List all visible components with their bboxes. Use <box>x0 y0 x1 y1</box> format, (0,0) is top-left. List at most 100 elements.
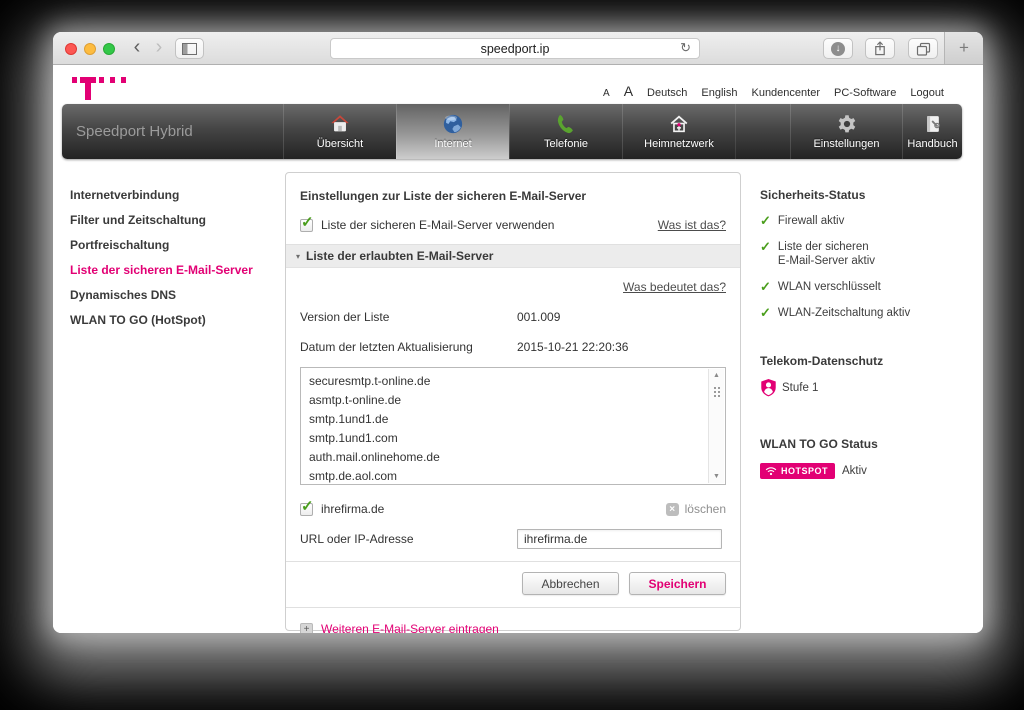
security-status-title: Sicherheits-Status <box>760 188 955 202</box>
url-field-label: URL oder IP-Adresse <box>300 532 517 546</box>
server-list-item: smtp.1und1.com <box>309 429 701 448</box>
wifi-icon <box>765 466 777 476</box>
menu-sichere-email-server[interactable]: Liste der sicheren E-Mail-Server <box>70 263 275 277</box>
check-icon: ✓ <box>760 280 771 294</box>
tab-label: Handbuch <box>907 138 957 150</box>
back-button[interactable]: ‹ <box>127 35 147 61</box>
logo-stem <box>85 77 91 100</box>
zoom-window-button[interactable] <box>103 43 115 55</box>
reload-icon[interactable]: ↻ <box>680 40 691 56</box>
status-item: ✓ Liste der sicherenE-Mail-Server aktiv <box>760 240 955 268</box>
panel-title: Einstellungen zur Liste der sicheren E-M… <box>300 189 726 203</box>
server-list-item: smtp.de.aol.com <box>309 467 701 485</box>
version-label: Version der Liste <box>300 310 517 324</box>
forward-button[interactable]: › <box>149 35 169 61</box>
tab-einstellungen[interactable]: Einstellungen <box>790 104 902 159</box>
status-text: Firewall aktiv <box>778 214 844 228</box>
privacy-level-row: Stufe 1 <box>760 378 955 397</box>
status-item: ✓ WLAN-Zeitschaltung aktiv <box>760 306 955 320</box>
link-pc-software[interactable]: PC-Software <box>834 87 896 99</box>
link-kundencenter[interactable]: Kundencenter <box>751 87 820 99</box>
url-text: speedport.ip <box>481 42 550 56</box>
save-button[interactable]: Speichern <box>629 572 726 595</box>
delete-icon[interactable]: × <box>666 503 679 516</box>
entry-checkbox[interactable]: ✓ <box>300 503 313 516</box>
tab-internet[interactable]: Internet <box>396 104 509 159</box>
url-input[interactable] <box>517 529 722 549</box>
link-deutsch[interactable]: Deutsch <box>647 87 687 99</box>
tab-label: Internet <box>434 138 471 150</box>
scroll-up-icon[interactable]: ▲ <box>709 372 724 379</box>
tab-telefonie[interactable]: Telefonie <box>509 104 622 159</box>
share-button[interactable] <box>865 38 895 59</box>
font-size-small-button[interactable]: A <box>603 88 610 99</box>
logo-dot <box>72 77 77 83</box>
use-list-checkbox[interactable]: ✓ <box>300 219 313 232</box>
check-icon: ✓ <box>760 306 771 320</box>
server-list-item: auth.mail.onlinehome.de <box>309 448 701 467</box>
menu-dynamisches-dns[interactable]: Dynamisches DNS <box>70 288 275 302</box>
font-size-large-button[interactable]: A <box>624 83 633 99</box>
menu-wlan-to-go[interactable]: WLAN TO GO (HotSpot) <box>70 313 275 327</box>
gear-icon <box>836 113 858 135</box>
section-title: Liste der erlaubten E-Mail-Server <box>306 249 493 263</box>
minimize-window-button[interactable] <box>84 43 96 55</box>
tab-handbuch[interactable]: Handbuch <box>902 104 962 159</box>
add-server-link[interactable]: Weiteren E-Mail-Server eintragen <box>321 622 499 633</box>
tab-uebersicht[interactable]: Übersicht <box>283 104 396 159</box>
globe-icon <box>442 113 464 135</box>
sidebar-icon <box>182 43 197 55</box>
tab-heimnetzwerk[interactable]: Heimnetzwerk <box>622 104 735 159</box>
tab-label: Einstellungen <box>813 138 879 150</box>
scroll-down-icon[interactable]: ▼ <box>709 473 724 480</box>
menu-filter-zeitschaltung[interactable]: Filter und Zeitschaltung <box>70 213 275 227</box>
tabs-icon <box>916 42 931 56</box>
tab-overview-button[interactable] <box>908 38 938 59</box>
was-bedeutet-das-link[interactable]: Was bedeutet das? <box>623 280 726 294</box>
new-tab-button[interactable]: + <box>944 32 983 64</box>
telekom-logo <box>70 73 142 103</box>
navbar-spacer <box>735 104 790 159</box>
browser-window: ‹ › speedport.ip ↻ ↓ <box>53 32 983 633</box>
tab-label: Heimnetzwerk <box>644 138 714 150</box>
downloads-button[interactable]: ↓ <box>823 38 853 59</box>
address-bar[interactable]: speedport.ip ↻ <box>330 38 700 59</box>
link-logout[interactable]: Logout <box>910 87 944 99</box>
router-page: A A Deutsch English Kundencenter PC-Soft… <box>53 65 983 633</box>
update-date-label: Datum der letzten Aktualisierung <box>300 340 517 354</box>
entry-label: ihrefirma.de <box>321 502 384 516</box>
wlan-to-go-title: WLAN TO GO Status <box>760 437 955 451</box>
device-name: Speedport Hybrid <box>62 104 283 159</box>
server-list-item: securesmtp.t-online.de <box>309 372 701 391</box>
server-list-item: asmtp.t-online.de <box>309 391 701 410</box>
allowed-servers-section-header[interactable]: ▾ Liste der erlaubten E-Mail-Server <box>286 245 740 268</box>
settings-panel: Einstellungen zur Liste der sicheren E-M… <box>285 172 741 631</box>
link-english[interactable]: English <box>701 87 737 99</box>
menu-internetverbindung[interactable]: Internetverbindung <box>70 188 275 202</box>
menu-portfreischaltung[interactable]: Portfreischaltung <box>70 238 275 252</box>
cancel-button[interactable]: Abbrechen <box>522 572 619 595</box>
checkmark-icon: ✓ <box>301 213 314 231</box>
status-text: WLAN-Zeitschaltung aktiv <box>778 306 910 320</box>
list-scrollbar[interactable]: ▲ ▼ <box>708 369 724 483</box>
was-ist-das-link[interactable]: Was ist das? <box>658 218 726 232</box>
shield-icon <box>760 378 777 397</box>
privacy-level: Stufe 1 <box>782 382 818 394</box>
divider <box>286 607 740 608</box>
server-list-item: smtp.1und1.de <box>309 410 701 429</box>
hotspot-status-row: HOTSPOT Aktiv <box>760 463 955 479</box>
history-nav-buttons: ‹ › <box>127 35 169 61</box>
hotspot-badge: HOTSPOT <box>760 463 835 479</box>
home-icon <box>329 113 351 135</box>
collapse-icon: ▾ <box>296 252 300 261</box>
sidebar-toggle-button[interactable] <box>175 38 204 59</box>
check-icon: ✓ <box>760 214 771 228</box>
divider <box>286 561 740 562</box>
server-list-box[interactable]: securesmtp.t-online.de asmtp.t-online.de… <box>300 367 726 485</box>
tab-label: Telefonie <box>544 138 588 150</box>
close-window-button[interactable] <box>65 43 77 55</box>
logo-dot <box>99 77 104 83</box>
delete-link[interactable]: löschen <box>685 502 726 516</box>
scrollbar-thumb[interactable] <box>714 387 716 389</box>
tab-label: Übersicht <box>317 138 363 150</box>
